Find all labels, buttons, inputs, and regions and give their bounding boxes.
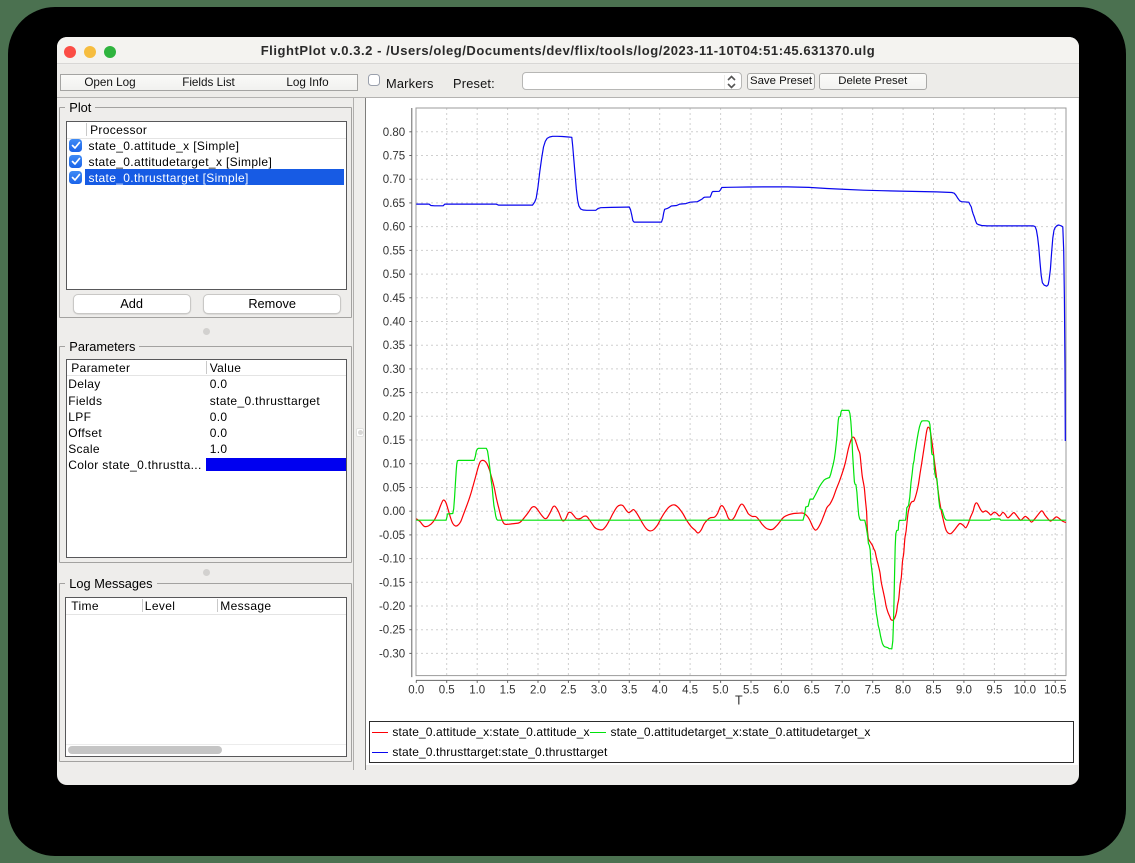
svg-text:0.30: 0.30 [383,364,405,376]
svg-text:-0.05: -0.05 [379,530,405,542]
svg-text:0.55: 0.55 [383,245,405,257]
svg-text:10.5: 10.5 [1044,685,1066,697]
svg-text:7.0: 7.0 [834,685,850,697]
svg-text:0.80: 0.80 [383,127,405,139]
svg-text:9.0: 9.0 [956,685,972,697]
svg-text:0.15: 0.15 [383,435,405,447]
svg-text:10.0: 10.0 [1014,685,1036,697]
svg-text:3.0: 3.0 [591,685,607,697]
svg-text:7.5: 7.5 [865,685,881,697]
svg-text:-0.20: -0.20 [379,601,405,613]
svg-text:0.65: 0.65 [383,198,405,210]
svg-text:5.5: 5.5 [743,685,759,697]
svg-text:0.25: 0.25 [383,388,405,400]
svg-text:0.45: 0.45 [383,293,405,305]
svg-text:0.70: 0.70 [383,174,405,186]
svg-text:-0.10: -0.10 [379,554,405,566]
svg-text:-0.30: -0.30 [379,648,405,660]
svg-text:0.20: 0.20 [383,411,405,423]
svg-text:0.50: 0.50 [383,269,405,281]
svg-text:0.00: 0.00 [383,506,405,518]
svg-text:0.0: 0.0 [408,685,424,697]
svg-text:-0.15: -0.15 [379,577,405,589]
svg-text:0.5: 0.5 [439,685,455,697]
svg-text:0.35: 0.35 [383,340,405,352]
svg-text:2.5: 2.5 [560,685,576,697]
svg-text:0.10: 0.10 [383,459,405,471]
svg-text:1.5: 1.5 [500,685,516,697]
svg-text:4.5: 4.5 [682,685,698,697]
svg-text:2.0: 2.0 [530,685,546,697]
svg-text:-0.25: -0.25 [379,625,405,637]
svg-text:0.40: 0.40 [383,317,405,329]
svg-text:0.60: 0.60 [383,222,405,234]
svg-text:6.0: 6.0 [773,685,789,697]
svg-text:9.5: 9.5 [986,685,1002,697]
svg-text:8.0: 8.0 [895,685,911,697]
svg-text:4.0: 4.0 [652,685,668,697]
svg-text:6.5: 6.5 [804,685,820,697]
svg-text:1.0: 1.0 [469,685,485,697]
svg-text:5.0: 5.0 [713,685,729,697]
svg-text:8.5: 8.5 [926,685,942,697]
svg-text:3.5: 3.5 [621,685,637,697]
svg-text:T: T [735,694,743,708]
svg-text:0.75: 0.75 [383,151,405,163]
svg-text:0.05: 0.05 [383,483,405,495]
